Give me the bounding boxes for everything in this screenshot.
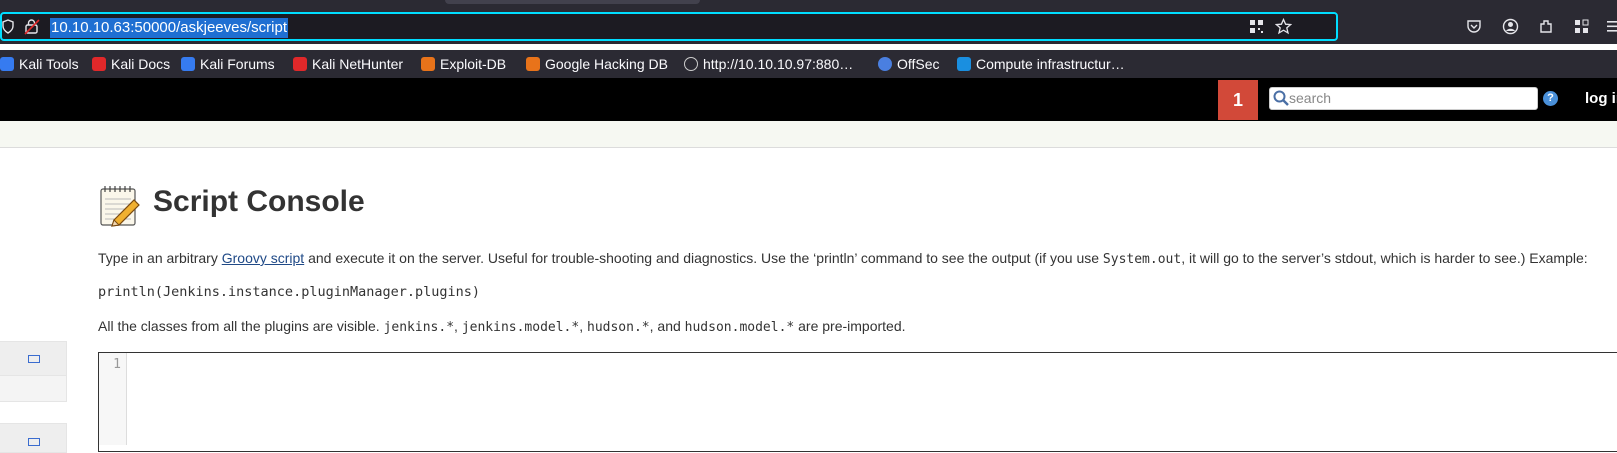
offsec-icon xyxy=(878,57,892,71)
bookmark-item[interactable]: Kali NetHunter xyxy=(293,53,403,75)
bookmark-item[interactable]: Compute infrastructur… xyxy=(957,53,1125,75)
groovy-script-link[interactable]: Groovy script xyxy=(222,250,304,266)
search-icon xyxy=(1273,90,1289,106)
globe-icon xyxy=(684,57,698,71)
collapse-icon[interactable] xyxy=(28,355,40,363)
notepad-icon xyxy=(100,186,140,227)
exploit-db-icon xyxy=(421,57,435,71)
bookmark-label: Kali Docs xyxy=(111,56,171,72)
bookmark-label: Kali NetHunter xyxy=(312,56,404,72)
bookmark-item[interactable]: Kali Tools xyxy=(0,53,79,75)
insecure-lock-icon[interactable] xyxy=(24,18,40,35)
breadcrumb-bar xyxy=(0,121,1617,148)
apps-grid-icon[interactable] xyxy=(1574,19,1590,34)
account-icon[interactable] xyxy=(1502,18,1519,35)
bookmark-label: OffSec xyxy=(897,56,940,72)
bookmark-item[interactable]: http://10.10.10.97:880… xyxy=(684,53,853,75)
extensions-icon[interactable] xyxy=(1538,18,1555,35)
menu-icon[interactable] xyxy=(1606,20,1617,33)
collapse-icon-2[interactable] xyxy=(28,438,40,446)
login-link[interactable]: log in xyxy=(1585,90,1617,107)
pocket-icon[interactable] xyxy=(1466,19,1482,34)
qr-code-icon[interactable] xyxy=(1249,19,1264,34)
ghdb-icon xyxy=(526,57,540,71)
active-tab-edge[interactable] xyxy=(445,0,700,4)
bookmark-item[interactable]: OffSec xyxy=(878,53,940,75)
azure-icon xyxy=(957,57,971,71)
nethunter-icon xyxy=(293,57,307,71)
bookmark-label: http://10.10.10.97:880… xyxy=(703,56,854,72)
shield-icon[interactable] xyxy=(2,19,14,34)
imports-paragraph: All the classes from all the plugins are… xyxy=(98,318,906,335)
bookmark-label: Exploit-DB xyxy=(440,56,507,72)
bookmark-item[interactable]: Google Hacking DB xyxy=(526,53,668,75)
url-text[interactable]: 10.10.10.63:50000/askjeeves/script xyxy=(50,18,288,38)
intro-paragraph: Type in an arbitrary Groovy script and e… xyxy=(98,250,1588,267)
page-title: Script Console xyxy=(153,185,365,218)
notification-badge[interactable]: 1 xyxy=(1218,80,1258,120)
search-input[interactable] xyxy=(1289,88,1529,108)
bookmark-star-icon[interactable] xyxy=(1275,18,1292,35)
bookmark-label: Kali Forums xyxy=(200,56,275,72)
bookmark-item[interactable]: Kali Forums xyxy=(181,53,275,75)
line-number: 1 xyxy=(113,357,121,372)
example-code: println(Jenkins.instance.pluginManager.p… xyxy=(98,284,481,300)
kali-dragon-icon xyxy=(0,57,14,71)
bookmark-item[interactable]: Exploit-DB xyxy=(421,53,506,75)
bookmark-label: Compute infrastructur… xyxy=(976,56,1125,72)
bookmark-item[interactable]: Kali Docs xyxy=(92,53,170,75)
kali-docs-icon xyxy=(92,57,106,71)
kali-forums-icon xyxy=(181,57,195,71)
bookmark-label: Kali Tools xyxy=(19,56,79,72)
bookmark-label: Google Hacking DB xyxy=(545,56,668,72)
script-editor[interactable] xyxy=(98,352,1617,452)
help-icon[interactable]: ? xyxy=(1543,91,1558,106)
